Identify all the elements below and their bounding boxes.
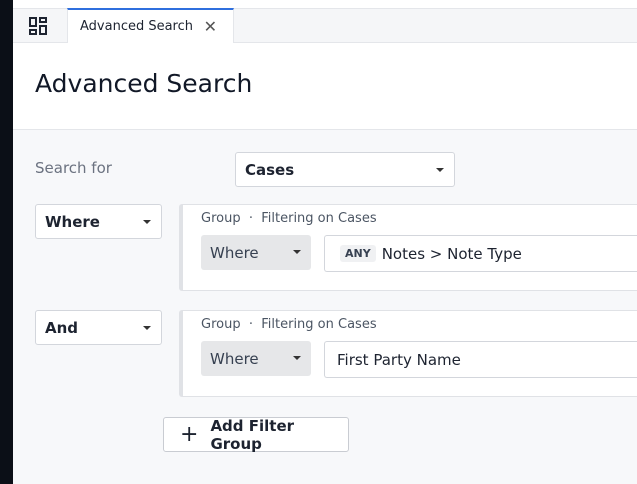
field-input[interactable]: First Party Name [324, 341, 637, 378]
tab-label: Advanced Search [80, 19, 194, 34]
close-icon[interactable]: ✕ [204, 17, 217, 36]
filter-group: Group · Filtering on Cases Where ANY Note… [179, 204, 637, 291]
caret-down-icon [293, 356, 301, 360]
add-filter-group-label: Add Filter Group [210, 416, 295, 453]
apps-grid-icon[interactable] [28, 16, 48, 36]
operator-value: Where [210, 349, 259, 368]
operator-value: Where [210, 243, 259, 262]
caret-down-icon [293, 250, 301, 254]
left-edge [0, 0, 13, 484]
group-connector-select[interactable]: Where [35, 204, 162, 239]
connector-value: Where [45, 212, 100, 231]
page-title: Advanced Search [35, 69, 253, 98]
group-header: Group · Filtering on Cases [201, 211, 377, 226]
search-for-select[interactable]: Cases [235, 152, 455, 187]
plus-icon: + [180, 421, 199, 447]
any-badge: ANY [340, 245, 376, 262]
field-input[interactable]: ANY Notes > Note Type [324, 235, 637, 272]
search-for-value: Cases [245, 160, 295, 179]
tab-advanced-search[interactable]: Advanced Search ✕ [67, 8, 234, 43]
connector-value: And [45, 318, 79, 337]
caret-down-icon [143, 326, 151, 330]
search-builder: Search for Cases Where Group · Filtering… [13, 130, 637, 484]
page-header: Advanced Search [13, 43, 637, 130]
caret-down-icon [143, 220, 151, 224]
operator-select[interactable]: Where [201, 235, 311, 270]
top-strip [13, 0, 637, 8]
tab-bar: Advanced Search ✕ [13, 8, 637, 43]
field-value: First Party Name [337, 350, 461, 369]
filter-group: Group · Filtering on Cases Where First P… [179, 310, 637, 397]
group-connector-select[interactable]: And [35, 310, 162, 345]
operator-select[interactable]: Where [201, 341, 311, 376]
group-header: Group · Filtering on Cases [201, 317, 377, 332]
field-value: Notes > Note Type [381, 244, 522, 263]
search-for-label: Search for [35, 159, 112, 177]
add-filter-group-button[interactable]: + Add Filter Group [163, 416, 349, 453]
caret-down-icon [436, 168, 444, 172]
